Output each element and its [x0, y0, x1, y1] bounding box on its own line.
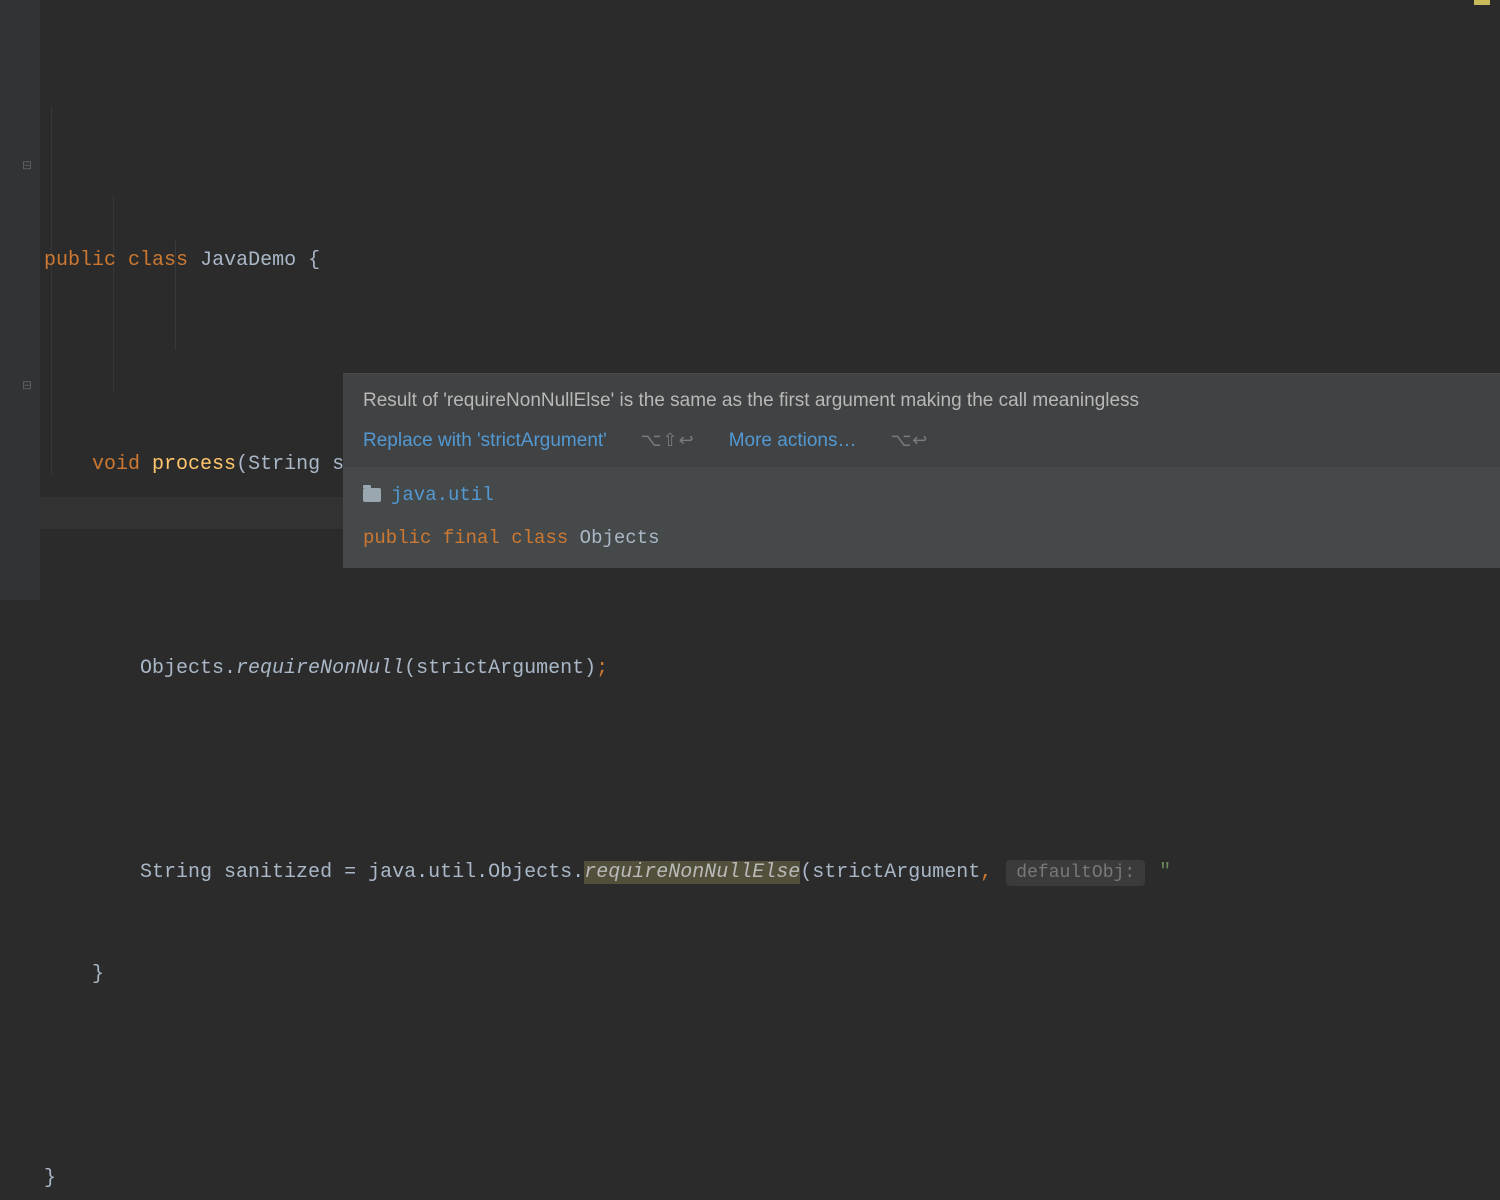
comma: , — [980, 861, 992, 884]
keyword-public: public — [363, 527, 431, 549]
param-type: String — [248, 453, 320, 476]
doc-package-row: java.util — [363, 481, 1480, 510]
method-declaration: process — [152, 453, 236, 476]
inspection-message: Result of 'requireNonNullElse' is the sa… — [363, 388, 1480, 415]
class-ref: Objects — [488, 861, 572, 884]
editor-gutter: ⊟ ⊟ — [0, 0, 40, 600]
warning-highlight[interactable]: requireNonNullElse — [584, 861, 800, 884]
class-ref: Objects — [140, 657, 224, 680]
replace-action-link[interactable]: Replace with 'strictArgument' — [363, 427, 607, 456]
keyword-void: void — [92, 453, 140, 476]
string-open: " — [1159, 861, 1171, 884]
fold-handle-icon[interactable]: ⊟ — [22, 160, 34, 172]
argument: strictArgument — [416, 657, 584, 680]
equals: = — [332, 861, 368, 884]
doc-class-name: Objects — [580, 527, 660, 549]
inspection-popup: Result of 'requireNonNullElse' is the sa… — [343, 373, 1500, 568]
dot: . — [416, 861, 428, 884]
dot: . — [572, 861, 584, 884]
brace-open: { — [308, 249, 320, 272]
code-line[interactable]: } — [44, 954, 1171, 996]
package-icon — [363, 488, 381, 502]
code-line[interactable] — [44, 1056, 1171, 1098]
paren-open: ( — [404, 657, 416, 680]
var-name: sanitized — [224, 861, 332, 884]
code-line[interactable]: String sanitized = java.util.Objects.req… — [44, 852, 1171, 894]
inspection-section: Result of 'requireNonNullElse' is the sa… — [343, 374, 1500, 467]
shortcut-hint: ⌥⇧↩ — [641, 427, 695, 454]
dot: . — [224, 657, 236, 680]
keyword-final: final — [443, 527, 500, 549]
warning-stripe-marker[interactable] — [1474, 0, 1490, 5]
keyword-class: class — [511, 527, 568, 549]
pkg: java — [368, 861, 416, 884]
code-line[interactable]: } — [44, 1158, 1171, 1200]
var-type: String — [140, 861, 212, 884]
shortcut-hint: ⌥↩ — [890, 427, 928, 454]
brace-close: } — [92, 963, 104, 986]
doc-signature: public final class Objects — [363, 524, 1480, 553]
more-actions-link[interactable]: More actions… — [729, 427, 857, 456]
pkg: util — [428, 861, 476, 884]
inspection-actions: Replace with 'strictArgument' ⌥⇧↩ More a… — [363, 427, 1480, 456]
code-line[interactable] — [44, 750, 1171, 792]
code-line[interactable]: Objects.requireNonNull(strictArgument); — [44, 648, 1171, 690]
method-call: requireNonNull — [236, 657, 404, 680]
keyword-class: class — [128, 249, 188, 272]
paren-open: ( — [800, 861, 812, 884]
quick-doc-section: java.util public final class Objects — [343, 467, 1500, 568]
paren-close: ) — [584, 657, 596, 680]
package-link[interactable]: java.util — [391, 481, 494, 510]
semicolon: ; — [596, 657, 608, 680]
code-line[interactable]: public class JavaDemo { — [44, 240, 1171, 282]
parameter-hint: defaultObj: — [1006, 860, 1145, 886]
dot: . — [476, 861, 488, 884]
keyword-public: public — [44, 249, 116, 272]
paren-open: ( — [236, 453, 248, 476]
argument: strictArgument — [812, 861, 980, 884]
fold-handle-icon[interactable]: ⊟ — [22, 380, 34, 392]
code-editor[interactable]: public class JavaDemo { void process(Str… — [44, 0, 1171, 1200]
brace-close: } — [44, 1167, 56, 1190]
class-name: JavaDemo — [200, 249, 296, 272]
